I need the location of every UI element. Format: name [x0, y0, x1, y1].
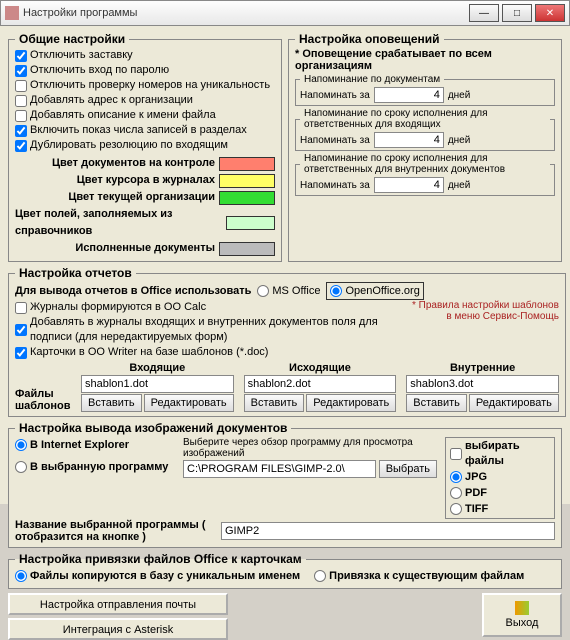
notify-legend: Настройка оповещений — [295, 32, 444, 46]
browse-button[interactable]: Выбрать — [379, 460, 437, 478]
radio-pdf[interactable]: PDF — [450, 485, 550, 501]
general-option-3[interactable]: Добавлять адрес к организации — [15, 93, 275, 108]
report-option-0[interactable]: Журналы формируются в OO Calc — [15, 300, 409, 315]
color-label-1: Цвет курсора в журналах — [77, 172, 215, 189]
remind-input-2[interactable] — [374, 177, 444, 193]
office-label: Для вывода отчетов в Office использовать — [15, 285, 251, 297]
close-button[interactable]: ✕ — [535, 4, 565, 22]
general-legend: Общие настройки — [15, 32, 129, 46]
color-label-0: Цвет документов на контроле — [52, 155, 215, 172]
radio-jpg[interactable]: JPG — [450, 469, 550, 485]
tmpl-insert-2[interactable]: Вставить — [406, 394, 467, 412]
asterisk-button[interactable]: Интеграция с Asterisk — [8, 618, 228, 640]
radio-ms-office[interactable]: MS Office — [257, 283, 320, 299]
radio-tiff[interactable]: TIFF — [450, 501, 550, 517]
images-hint: Выберите через обзор программу для просм… — [183, 437, 437, 459]
general-option-5[interactable]: Включить показ числа записей в разделах — [15, 123, 275, 138]
mail-settings-button[interactable]: Настройка отправления почты — [8, 593, 228, 615]
tmpl-insert-1[interactable]: Вставить — [244, 394, 305, 412]
app-icon — [5, 6, 19, 20]
general-option-6[interactable]: Дублировать резолюцию по входящим — [15, 138, 275, 153]
minimize-button[interactable]: — — [469, 4, 499, 22]
notify-settings: Настройка оповещений * Оповещение срабат… — [288, 32, 562, 262]
general-option-2[interactable]: Отключить проверку номеров на уникальнос… — [15, 78, 275, 93]
window-title: Настройки программы — [23, 7, 466, 19]
tmpl-insert-0[interactable]: Вставить — [81, 394, 142, 412]
general-option-1[interactable]: Отключить вход по паролю — [15, 63, 275, 78]
maximize-button[interactable]: □ — [502, 4, 532, 22]
exit-icon — [515, 601, 529, 615]
remind-input-0[interactable] — [374, 87, 444, 103]
files-label: Файлы шаблонов — [15, 388, 71, 412]
tmpl-file-2[interactable] — [406, 375, 559, 393]
tmpl-edit-2[interactable]: Редактировать — [469, 394, 559, 412]
tmpl-header-2: Внутренние — [406, 362, 559, 374]
tmpl-edit-0[interactable]: Редактировать — [144, 394, 234, 412]
radio-openoffice[interactable]: OpenOffice.org — [326, 282, 423, 300]
color-swatch-3[interactable] — [226, 216, 275, 230]
general-option-4[interactable]: Добавлять описание к имени файла — [15, 108, 275, 123]
color-swatch-1[interactable] — [219, 174, 275, 188]
report-option-2[interactable]: Карточки в OO Writer на базе шаблонов (*… — [15, 345, 409, 360]
tmpl-edit-1[interactable]: Редактировать — [306, 394, 396, 412]
color-swatch-4[interactable] — [219, 242, 275, 256]
radio-copy-files[interactable]: Файлы копируются в базу с уникальным име… — [15, 568, 300, 584]
program-name-label: Название выбранной программы ( отобразит… — [15, 519, 205, 543]
general-settings: Общие настройки Отключить заставкуОтключ… — [8, 32, 282, 262]
radio-ie[interactable]: В Internet Explorer — [15, 437, 175, 453]
remind-input-1[interactable] — [374, 132, 444, 148]
choose-files-checkbox[interactable]: выбирать файлы — [450, 439, 550, 469]
radio-link-files[interactable]: Привязка к существующим файлам — [314, 568, 524, 584]
radio-chosen-program[interactable]: В выбранную программу — [15, 459, 175, 475]
general-option-0[interactable]: Отключить заставку — [15, 48, 275, 63]
images-settings: Настройка вывода изображений документов … — [8, 421, 562, 548]
notify-group-2: Напоминание по сроку исполнения для отве… — [295, 153, 555, 196]
notify-all-orgs: * Оповещение срабатывает по всем организ… — [295, 48, 555, 72]
notify-group-0: Напоминание по документамНапоминать задн… — [295, 74, 555, 106]
notify-group-1: Напоминание по сроку исполнения для отве… — [295, 108, 555, 151]
color-label-2: Цвет текущей организации — [68, 189, 215, 206]
tmpl-file-1[interactable] — [244, 375, 397, 393]
bind-settings: Настройка привязки файлов Office к карто… — [8, 552, 562, 589]
reports-legend: Настройка отчетов — [15, 266, 136, 280]
tmpl-file-0[interactable] — [81, 375, 234, 393]
images-legend: Настройка вывода изображений документов — [15, 421, 291, 435]
color-swatch-2[interactable] — [219, 191, 275, 205]
format-group: выбирать файлы JPG PDF TIFF — [445, 437, 555, 519]
report-option-1[interactable]: Добавлять в журналы входящих и внутренни… — [15, 315, 409, 345]
titlebar: Настройки программы — □ ✕ — [0, 0, 570, 26]
tmpl-header-1: Исходящие — [244, 362, 397, 374]
bind-legend: Настройка привязки файлов Office к карто… — [15, 552, 306, 566]
program-path-input[interactable] — [183, 460, 376, 478]
tmpl-header-0: Входящие — [81, 362, 234, 374]
exit-button[interactable]: Выход — [482, 593, 562, 637]
color-label-4: Исполненные документы — [75, 240, 215, 257]
color-swatch-0[interactable] — [219, 157, 275, 171]
color-label-3: Цвет полей, заполняемых из справочников — [15, 206, 222, 240]
program-name-input[interactable] — [221, 522, 555, 540]
reports-settings: Настройка отчетов Для вывода отчетов в O… — [8, 266, 566, 417]
reports-note: * Правила настройки шаблонов в меню Серв… — [409, 300, 559, 322]
